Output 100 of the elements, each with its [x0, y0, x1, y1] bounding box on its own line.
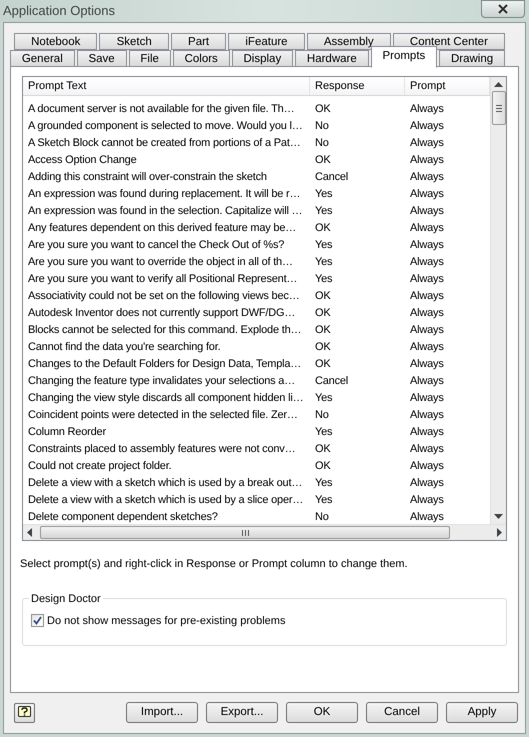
table-cell: Delete a view with a sketch which is used by a break out… — [28, 476, 302, 488]
table-cell: Always — [410, 442, 444, 454]
tab[interactable]: Content Center — [392, 33, 506, 50]
scroll-thumb[interactable] — [40, 526, 450, 539]
table-cell: Always — [410, 358, 444, 370]
table-cell: OK — [315, 340, 330, 352]
table-cell: Always — [410, 460, 444, 472]
column-header[interactable]: Response — [315, 78, 365, 94]
table-cell: OK — [315, 324, 330, 336]
table-cell: OK — [315, 222, 330, 234]
table-cell: Always — [410, 170, 444, 182]
table-cell: OK — [315, 154, 330, 166]
table-cell: Cancel — [315, 170, 348, 182]
tab[interactable]: General — [10, 50, 75, 67]
hint-text: Select prompt(s) and right-click in Response or Prompt column to change them. — [20, 557, 409, 572]
table-cell: Are you sure you want to cancel the Check Out of %s? — [28, 238, 284, 250]
table-cell: Blocks cannot be selected for this command. Explode th… — [28, 324, 302, 336]
table-cell: Adding this constraint will over-constrain the sketch — [28, 170, 267, 182]
table-cell: Always — [410, 510, 444, 522]
tab[interactable]: File — [128, 50, 171, 67]
table-cell: Coincident points were detected in the selected file. Zer… — [28, 408, 298, 420]
table-cell: Yes — [315, 256, 332, 268]
close-icon — [498, 4, 508, 14]
table-cell: Always — [410, 188, 444, 200]
table-cell: Always — [410, 120, 444, 132]
dialog-button[interactable]: Import... — [126, 702, 198, 723]
dialog-button[interactable]: Export... — [206, 702, 278, 723]
table-cell: Constraints placed to assembly features were not conv… — [28, 442, 296, 454]
table-cell: A Sketch Block cannot be created from portions of a Pat… — [28, 136, 301, 148]
table-cell: Delete a view with a sketch which is used by a slice oper… — [28, 494, 304, 506]
checkbox-label: Do not show messages for pre-existing problems — [47, 614, 286, 628]
table-cell: Always — [410, 256, 444, 268]
table-cell: Always — [410, 340, 444, 352]
table-cell: Changes to the Default Folders for Design Data, Templa… — [28, 358, 302, 370]
table-cell: Always — [410, 408, 444, 420]
tab[interactable]: Hardware — [295, 50, 369, 67]
table-cell: Always — [410, 494, 444, 506]
tab[interactable]: iFeature — [228, 33, 305, 50]
tab[interactable]: Assembly — [306, 33, 391, 50]
column-header[interactable]: Prompt — [410, 78, 446, 94]
horizontal-scrollbar[interactable] — [23, 524, 506, 540]
table-cell: OK — [315, 460, 330, 472]
scroll-right-icon[interactable] — [497, 528, 502, 537]
tab[interactable]: Sketch — [99, 33, 169, 50]
scroll-up-icon[interactable] — [494, 82, 503, 87]
table-cell: Yes — [315, 494, 332, 506]
table-cell: Cancel — [315, 374, 348, 386]
scroll-left-icon[interactable] — [27, 528, 32, 537]
table-cell: OK — [315, 290, 330, 302]
table-cell: A grounded component is selected to move. Would you l… — [28, 120, 303, 132]
table-cell: Always — [410, 392, 444, 404]
table-cell: Always — [410, 204, 444, 216]
table-cell: Always — [410, 102, 444, 114]
table-cell: No — [315, 136, 329, 148]
dialog-button[interactable]: Apply — [446, 702, 518, 723]
column-header[interactable]: Prompt Text — [28, 78, 86, 94]
table-cell: Always — [410, 374, 444, 386]
table-cell: Delete component dependent sketches? — [28, 510, 218, 522]
table-cell: No — [315, 408, 329, 420]
tab[interactable]: Drawing — [439, 50, 505, 67]
tab[interactable]: Part — [170, 33, 226, 50]
table-cell: No — [315, 510, 329, 522]
table-cell: Changing the feature type invalidates your selections a… — [28, 374, 296, 386]
table-cell: Yes — [315, 188, 332, 200]
table-cell: Always — [410, 306, 444, 318]
table-cell: Cannot find the data you're searching for. — [28, 340, 220, 352]
close-button[interactable] — [481, 0, 525, 18]
help-icon — [18, 706, 31, 719]
table-cell: Always — [410, 324, 444, 336]
table-cell: Access Option Change — [28, 154, 137, 166]
scroll-down-icon[interactable] — [494, 514, 503, 519]
vertical-scrollbar[interactable] — [490, 77, 506, 524]
scroll-thumb[interactable] — [492, 91, 506, 125]
tab[interactable]: Save — [76, 50, 127, 67]
table-cell: OK — [315, 306, 330, 318]
table-cell: Yes — [315, 238, 332, 250]
table-cell: Column Reorder — [28, 426, 106, 438]
tab[interactable]: Prompts — [370, 46, 438, 68]
tab[interactable]: Colors — [172, 50, 230, 67]
table-cell: Always — [410, 222, 444, 234]
table-cell: Yes — [315, 392, 332, 404]
table-cell: Associativity could not be set on the following views bec… — [28, 290, 300, 302]
table-cell: Yes — [315, 426, 332, 438]
table-cell: Yes — [315, 204, 332, 216]
tab[interactable]: Display — [232, 50, 294, 67]
table-cell: Always — [410, 426, 444, 438]
help-button[interactable] — [14, 702, 35, 722]
table-cell: Changing the view style discards all component hidden li… — [28, 392, 304, 404]
table-cell: Could not create project folder. — [28, 460, 172, 472]
table-cell: Always — [410, 136, 444, 148]
table-cell: OK — [315, 442, 330, 454]
table-cell: Always — [410, 272, 444, 284]
table-cell: An expression was found during replacement. It will be r… — [28, 188, 300, 200]
dialog-button[interactable]: Cancel — [366, 702, 438, 723]
dialog-button[interactable]: OK — [286, 702, 358, 723]
tab[interactable]: Notebook — [14, 33, 98, 50]
checkbox[interactable] — [31, 614, 44, 628]
table-cell: Yes — [315, 476, 332, 488]
table-cell: An expression was found in the selection. Capitalize will … — [28, 204, 302, 216]
table-cell: Are you sure you want to override the object in all of th… — [28, 256, 293, 268]
